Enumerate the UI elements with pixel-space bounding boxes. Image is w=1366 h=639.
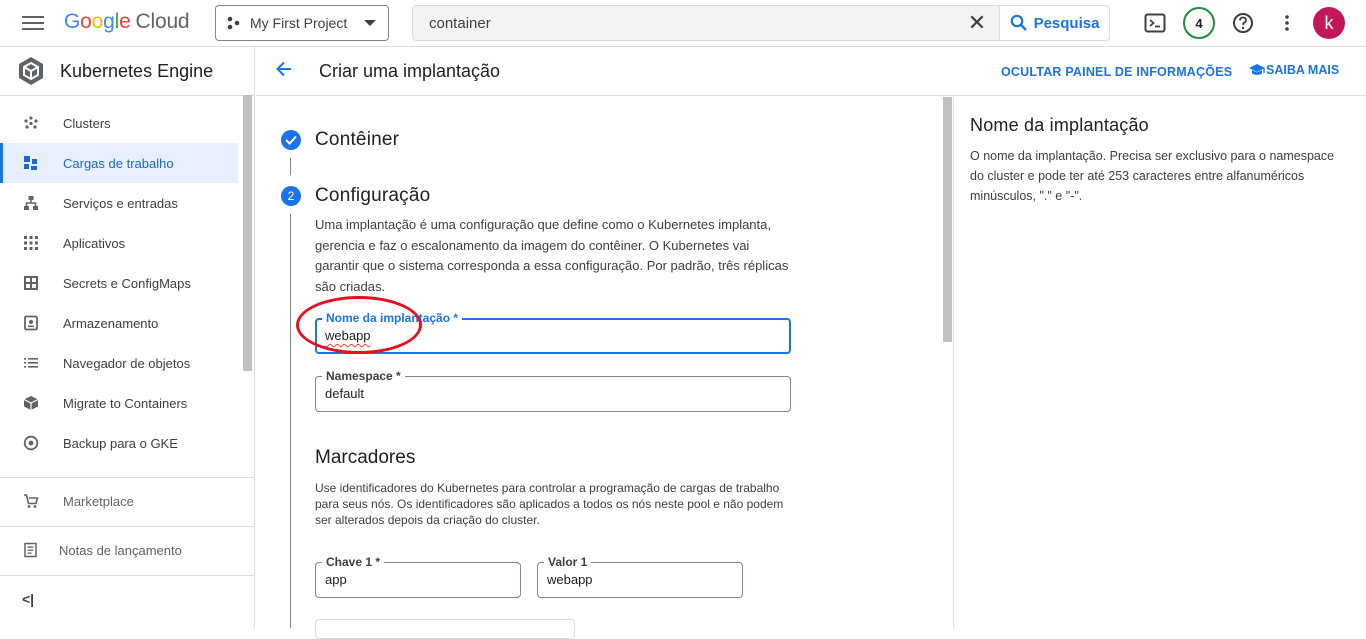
learn-more-button[interactable]: SAIBA MAIS <box>1248 63 1339 77</box>
sidebar-divider <box>0 526 255 527</box>
sidebar: Kubernetes Engine Clusters Cargas de tra… <box>0 47 255 628</box>
sidebar-divider <box>0 477 255 478</box>
logo-letter: e <box>119 10 131 33</box>
sidebar-item-storage[interactable]: Armazenamento <box>0 303 238 343</box>
object-browser-icon <box>22 354 40 372</box>
label-value-field[interactable]: Valor 1 webapp <box>537 555 743 598</box>
google-cloud-logo[interactable]: Google Cloud <box>64 10 190 34</box>
logo-letter: g <box>103 10 115 33</box>
school-icon <box>1249 64 1265 75</box>
info-panel-text: O nome da implantação. Precisa ser exclu… <box>970 149 1335 203</box>
secrets-icon <box>22 274 40 292</box>
sidebar-divider <box>0 575 255 576</box>
step-complete-check-icon <box>281 130 301 150</box>
sidebar-title: Kubernetes Engine <box>60 60 214 81</box>
sidebar-item-label: Secrets e ConfigMaps <box>63 275 191 291</box>
search-button-label: Pesquisa <box>1033 14 1100 32</box>
project-icon <box>227 16 240 30</box>
project-selector[interactable]: My First Project <box>215 5 389 41</box>
help-icon[interactable] <box>1230 10 1256 36</box>
sidebar-item-services[interactable]: Serviços e entradas <box>0 183 238 223</box>
label-value-label: Valor 1 <box>544 555 592 569</box>
search-bar: container ✕ Pesquisa <box>412 5 1110 41</box>
info-panel: Nome da implantação O nome da implantaçã… <box>953 97 1366 628</box>
sidebar-item-backup[interactable]: Backup para o GKE <box>0 423 238 463</box>
label-key-input[interactable]: app <box>325 572 347 587</box>
sidebar-item-label: Notas de lançamento <box>59 542 182 558</box>
page-title: Criar uma implantação <box>319 61 501 81</box>
step-connector <box>290 158 291 175</box>
sidebar-item-marketplace[interactable]: Marketplace <box>0 481 238 521</box>
namespace-field[interactable]: Namespace * default <box>315 369 791 412</box>
page-header: Criar uma implantação OCULTAR PAINEL DE … <box>256 47 1366 96</box>
sidebar-item-label: Marketplace <box>63 493 134 509</box>
logo-product: Cloud <box>135 10 190 33</box>
sidebar-item-release-notes[interactable]: Notas de lançamento <box>0 530 238 570</box>
sidebar-item-applications[interactable]: Aplicativos <box>0 223 238 263</box>
learn-more-label: SAIBA MAIS <box>1266 63 1340 77</box>
more-options-icon[interactable] <box>1274 10 1300 36</box>
migrate-icon <box>22 394 40 412</box>
logo-letter: o <box>91 10 104 33</box>
logo-letter: o <box>80 10 92 33</box>
chevron-down-icon <box>364 20 376 26</box>
clear-search-icon[interactable]: ✕ <box>953 10 1001 36</box>
sidebar-item-label: Cargas de trabalho <box>63 155 174 171</box>
release-notes-icon <box>22 541 40 559</box>
project-name: My First Project <box>250 15 348 31</box>
storage-icon <box>22 314 40 332</box>
sidebar-item-label: Navegador de objetos <box>63 355 191 371</box>
avatar[interactable]: k <box>1313 7 1345 39</box>
step-title-configuration: Configuração <box>315 185 431 206</box>
namespace-input[interactable]: default <box>325 386 364 401</box>
top-bar: Google Cloud My First Project container ✕… <box>0 0 1366 47</box>
search-icon <box>1010 14 1027 31</box>
sidebar-item-object-browser[interactable]: Navegador de objetos <box>0 343 238 383</box>
sidebar-item-workloads[interactable]: Cargas de trabalho <box>0 143 238 183</box>
sidebar-header: Kubernetes Engine <box>0 47 254 96</box>
cart-icon <box>22 492 40 510</box>
search-button[interactable]: Pesquisa <box>999 6 1109 40</box>
deployment-name-field[interactable]: Nome da implantação * webapp <box>315 311 791 354</box>
sidebar-item-label: Backup para o GKE <box>63 435 178 451</box>
backup-icon <box>22 434 40 452</box>
namespace-label: Namespace * <box>322 369 405 383</box>
sidebar-item-label: Migrate to Containers <box>63 395 188 411</box>
deployment-name-input[interactable]: webapp <box>325 328 371 343</box>
sidebar-item-secrets[interactable]: Secrets e ConfigMaps <box>0 263 238 303</box>
deployment-name-label: Nome da implantação * <box>322 311 463 325</box>
label-value-input[interactable]: webapp <box>547 572 593 587</box>
sidebar-item-label: Aplicativos <box>63 235 126 251</box>
next-field-partial[interactable] <box>315 619 575 639</box>
back-arrow-icon[interactable] <box>274 59 294 84</box>
labels-section-description: Use identificadores do Kubernetes para c… <box>315 481 784 527</box>
sidebar-item-clusters[interactable]: Clusters <box>0 103 238 143</box>
step-title-container[interactable]: Contêiner <box>315 129 399 151</box>
hide-info-panel-button[interactable]: OCULTAR PAINEL DE INFORMAÇÕES <box>1001 65 1232 79</box>
main-scrollbar[interactable] <box>943 97 952 342</box>
sidebar-item-label: Armazenamento <box>63 315 159 331</box>
main-menu-button[interactable] <box>22 13 44 33</box>
clusters-icon <box>22 114 40 132</box>
label-key-field[interactable]: Chave 1 * app <box>315 555 521 598</box>
step-description: Uma implantação é uma configuração que d… <box>315 217 789 294</box>
step-connector <box>290 214 291 628</box>
sidebar-item-label: Clusters <box>63 115 111 131</box>
applications-icon <box>22 234 40 252</box>
notifications-badge[interactable]: 4 <box>1183 7 1215 39</box>
logo-letter: G <box>64 10 81 33</box>
workloads-icon <box>22 154 40 172</box>
services-icon <box>22 194 40 212</box>
kubernetes-engine-icon <box>19 57 43 85</box>
step-number-badge: 2 <box>281 186 301 206</box>
info-panel-title: Nome da implantação <box>970 115 1149 135</box>
sidebar-item-label: Serviços e entradas <box>63 195 178 211</box>
label-key-label: Chave 1 * <box>322 555 385 569</box>
search-input[interactable]: container <box>413 15 953 32</box>
cloud-shell-icon[interactable] <box>1142 10 1168 36</box>
sidebar-scrollbar[interactable] <box>243 95 252 371</box>
labels-section-title: Marcadores <box>315 447 416 468</box>
sidebar-item-migrate[interactable]: Migrate to Containers <box>0 383 238 423</box>
collapse-sidebar-button[interactable]: <| <box>0 579 238 619</box>
